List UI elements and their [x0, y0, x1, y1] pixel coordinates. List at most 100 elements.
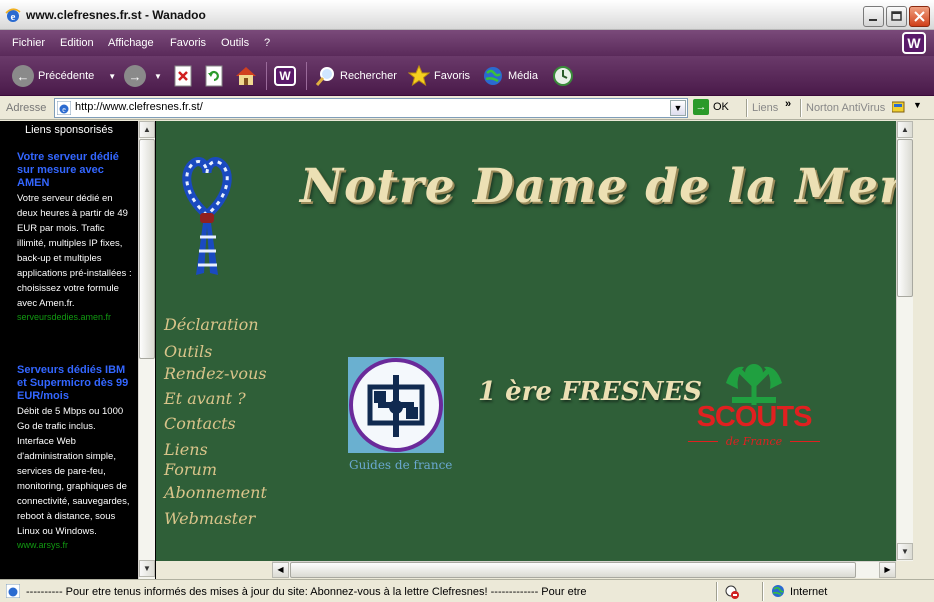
menu-bar: Fichier Edition Affichage Favoris Outils… — [0, 30, 934, 56]
internet-zone-icon — [772, 585, 784, 597]
norton-label[interactable]: Norton AntiVirus — [806, 102, 885, 114]
scroll-down-button[interactable]: ▼ — [139, 560, 155, 577]
ad-body: Votre serveur dédié en deux heures à par… — [17, 193, 132, 309]
media-button[interactable]: Média — [482, 56, 538, 96]
stop-button[interactable] — [173, 56, 193, 96]
wanadoo-button[interactable]: W — [274, 56, 296, 96]
forward-arrow-icon: → — [124, 65, 146, 87]
ad-item[interactable]: Votre serveur dédié sur mesure avec AMEN… — [17, 151, 135, 322]
security-zone-label: Internet — [790, 586, 828, 598]
norton-dropdown-icon[interactable]: ▼ — [913, 100, 922, 110]
home-button[interactable] — [234, 56, 258, 96]
ad-body: Débit de 5 Mbps ou 1000 Go de trafic inc… — [17, 406, 130, 537]
guides-de-france-link[interactable]: Guides de france — [349, 458, 452, 472]
ad-url-link[interactable]: serveursdedies.amen.fr — [17, 312, 135, 322]
page-vertical-scrollbar[interactable]: ▲ ▼ — [896, 121, 913, 561]
address-separator — [746, 99, 748, 117]
nav-link-liens[interactable]: Liens — [164, 440, 208, 459]
go-label: OK — [713, 101, 729, 113]
popup-blocked-icon[interactable] — [724, 584, 740, 600]
nav-link-outils[interactable]: Outils — [164, 342, 212, 361]
scroll-right-button[interactable]: ▶ — [879, 562, 896, 578]
back-arrow-icon: ← — [12, 65, 34, 87]
ad-url-link[interactable]: www.arsys.fr — [17, 540, 135, 550]
scouts-tree-icon — [726, 364, 782, 405]
toolbar: ← Précédente ▼ → ▼ W Rechercher Favoris — [0, 56, 934, 96]
forward-dropdown-icon: ▼ — [154, 71, 162, 81]
history-icon — [553, 66, 573, 86]
menu-fichier[interactable]: Fichier — [12, 37, 45, 49]
nav-link-contacts[interactable]: Contacts — [164, 414, 236, 433]
go-arrow-icon: → — [693, 99, 709, 115]
site-title: Notre Dame de la Merci — [300, 159, 896, 214]
title-bar: e www.clefresnes.fr.st - Wanadoo — [0, 0, 934, 30]
star-icon — [408, 65, 430, 87]
page-scroll-up-button[interactable]: ▲ — [897, 121, 913, 138]
scroll-up-button[interactable]: ▲ — [139, 121, 155, 138]
links-toolbar-label[interactable]: Liens — [752, 102, 778, 114]
maximize-icon — [891, 11, 902, 21]
menu-help[interactable]: ? — [264, 37, 270, 49]
guides-trefoil-icon — [349, 358, 443, 452]
page-scroll-down-button[interactable]: ▼ — [897, 543, 913, 560]
media-label: Média — [508, 70, 538, 82]
media-globe-icon — [484, 67, 502, 85]
guides-de-france-logo[interactable] — [348, 357, 444, 453]
status-separator — [716, 582, 718, 601]
page-icon: e — [57, 101, 71, 115]
forward-button[interactable]: → ▼ — [124, 56, 162, 96]
address-url: http://www.clefresnes.fr.st/ — [75, 101, 203, 113]
menu-favoris[interactable]: Favoris — [170, 37, 206, 49]
close-button[interactable] — [909, 6, 930, 27]
page-vertical-scroll-thumb[interactable] — [897, 139, 913, 297]
norton-icon[interactable] — [892, 100, 906, 114]
scouts-name: SCOUTS — [696, 401, 813, 433]
minimize-icon — [869, 19, 877, 21]
fresnes-title: 1 ère FRESNES — [478, 377, 702, 407]
history-button[interactable] — [552, 56, 574, 96]
ad-title-link[interactable]: Serveurs dédiés IBM et Supermicro dès 99… — [17, 364, 135, 403]
wanadoo-icon: W — [274, 66, 296, 86]
menu-outils[interactable]: Outils — [221, 37, 249, 49]
minimize-button[interactable] — [863, 6, 884, 27]
web-page-content: Notre Dame de la Merci Déclaration Outil… — [156, 121, 896, 561]
sidebar-heading: Liens sponsorisés — [24, 124, 114, 136]
status-text: ---------- Pour etre tenus informés des … — [26, 586, 587, 598]
sidebar-scrollbar[interactable]: ▲ ▼ — [138, 121, 155, 579]
ie-icon: e — [5, 8, 21, 23]
favorites-button[interactable]: Favoris — [408, 56, 470, 96]
sidebar-scroll-thumb[interactable] — [139, 139, 155, 359]
svg-text:e: e — [62, 105, 66, 114]
sponsored-sidebar: Liens sponsorisés Votre serveur dédié su… — [0, 121, 156, 579]
page-horizontal-scroll-thumb[interactable] — [290, 562, 856, 578]
links-chevron-icon[interactable]: » — [785, 98, 791, 110]
scouts-de-france-logo[interactable]: SCOUTS de France — [682, 357, 826, 453]
home-icon — [236, 67, 256, 85]
refresh-button[interactable] — [204, 56, 224, 96]
nav-link-webmaster[interactable]: Webmaster — [164, 509, 255, 528]
svg-text:e: e — [11, 11, 16, 23]
address-dropdown-button[interactable]: ▼ — [670, 100, 686, 116]
toolbar-separator — [266, 62, 267, 90]
close-icon — [914, 11, 925, 22]
status-separator-2 — [762, 582, 764, 601]
ad-item[interactable]: Serveurs dédiés IBM et Supermicro dès 99… — [17, 364, 135, 550]
toolbar-separator-2 — [306, 62, 307, 90]
back-button[interactable]: ← Précédente ▼ — [12, 56, 116, 96]
nav-link-declaration[interactable]: Déclaration — [164, 315, 259, 334]
ad-title-link[interactable]: Votre serveur dédié sur mesure avec AMEN — [17, 151, 135, 190]
nav-link-abonnement[interactable]: Abonnement — [164, 483, 267, 502]
page-horizontal-scrollbar[interactable]: ◀ ▶ — [272, 561, 896, 578]
nav-link-rendez-vous[interactable]: Rendez-vous — [164, 364, 267, 383]
go-button[interactable]: → OK — [693, 99, 729, 115]
menu-edition[interactable]: Edition — [60, 37, 94, 49]
search-icon — [315, 67, 334, 86]
nav-link-et-avant[interactable]: Et avant ? — [164, 389, 246, 408]
scroll-left-button[interactable]: ◀ — [272, 562, 289, 578]
search-button[interactable]: Rechercher — [314, 56, 397, 96]
maximize-button[interactable] — [886, 6, 907, 27]
menu-affichage[interactable]: Affichage — [108, 37, 154, 49]
address-input[interactable]: e http://www.clefresnes.fr.st/ ▼ — [54, 98, 688, 118]
page-status-icon — [6, 584, 20, 598]
nav-link-forum[interactable]: Forum — [164, 460, 217, 479]
